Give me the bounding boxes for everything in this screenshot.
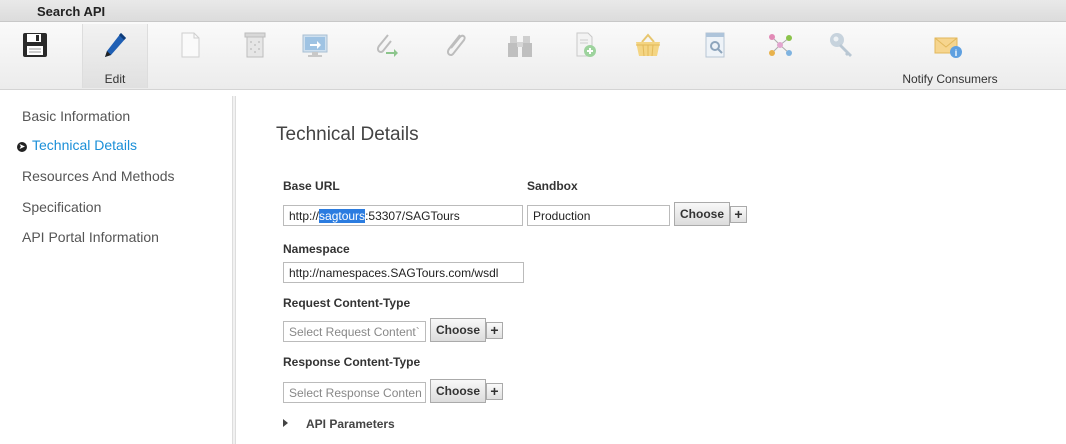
- add-document-icon: [576, 32, 596, 57]
- toolbar: Edit i Notify Consumers: [0, 22, 1066, 90]
- response-content-type-label: Response Content-Type: [283, 355, 421, 369]
- sandbox-choose-button[interactable]: Choose: [674, 202, 731, 226]
- request-content-type-field[interactable]: Select Request Content`: [283, 321, 426, 342]
- delete-button[interactable]: [225, 24, 285, 88]
- attach-button[interactable]: [425, 24, 485, 88]
- save-icon: [23, 33, 47, 57]
- new-document-button[interactable]: [160, 24, 220, 88]
- search-document-icon: [705, 32, 725, 58]
- notify-consumers-button[interactable]: i Notify Consumers: [880, 24, 1020, 88]
- sidebar-item-api-portal-information[interactable]: API Portal Information: [22, 229, 159, 245]
- edit-label: Edit: [104, 72, 126, 86]
- hierarchy-icon: [769, 34, 792, 56]
- binoculars-icon: [508, 36, 532, 57]
- response-content-type-add-button[interactable]: +: [486, 383, 503, 400]
- plus-icon: +: [490, 383, 499, 399]
- sandbox-add-button[interactable]: +: [730, 206, 747, 223]
- attach-forward-button[interactable]: [355, 24, 415, 88]
- api-parameters-label: API Parameters: [306, 417, 395, 431]
- arrow-circle-icon: ➤: [17, 142, 27, 152]
- response-content-type-field[interactable]: Select Response Conten: [283, 382, 426, 403]
- notify-consumers-label: Notify Consumers: [902, 72, 998, 86]
- sidebar-item-technical-details[interactable]: ➤ Technical Details: [17, 137, 137, 153]
- base-url-selection: sagtours: [319, 209, 366, 223]
- sidebar-item-specification[interactable]: Specification: [22, 199, 101, 215]
- key-button[interactable]: [812, 24, 872, 88]
- request-content-type-choose-button[interactable]: Choose: [430, 318, 487, 342]
- sidebar: Basic Information ➤ Technical Details Res…: [0, 91, 232, 444]
- hierarchy-button[interactable]: [750, 24, 810, 88]
- publish-button[interactable]: [285, 24, 345, 88]
- key-icon: [830, 33, 852, 57]
- attach-arrow-icon: [376, 34, 398, 57]
- base-url-suffix: :53307/SAGTours: [365, 209, 460, 223]
- request-content-type-add-button[interactable]: +: [486, 322, 503, 339]
- trash-icon: [244, 32, 266, 58]
- view-document-button[interactable]: [685, 24, 745, 88]
- paperclip-icon: [446, 34, 466, 57]
- base-url-field[interactable]: http://sagtours:53307/SAGTours: [283, 205, 523, 226]
- sandbox-field[interactable]: Production: [527, 205, 670, 226]
- sandbox-label: Sandbox: [527, 179, 578, 193]
- notify-envelope-icon: i: [934, 37, 962, 58]
- sidebar-item-basic-information[interactable]: Basic Information: [22, 108, 130, 124]
- monitor-icon: [302, 34, 328, 57]
- namespace-field[interactable]: http://namespaces.SAGTours.com/wsdl: [283, 262, 524, 283]
- request-content-type-label: Request Content-Type: [283, 296, 411, 310]
- save-button[interactable]: [5, 24, 65, 88]
- edit-button[interactable]: Edit: [82, 24, 148, 88]
- plus-icon: +: [490, 322, 499, 338]
- svg-text:i: i: [955, 48, 958, 58]
- namespace-label: Namespace: [283, 242, 350, 256]
- add-document-button[interactable]: [555, 24, 615, 88]
- document-icon: [181, 32, 200, 58]
- base-url-prefix: http://: [289, 209, 320, 223]
- api-parameters-expander[interactable]: API Parameters: [283, 417, 395, 431]
- expand-triangle-icon: [283, 419, 288, 427]
- response-content-type-choose-button[interactable]: Choose: [430, 379, 487, 403]
- plus-icon: +: [734, 206, 743, 222]
- page-title: Technical Details: [276, 124, 419, 145]
- splitter[interactable]: [232, 96, 236, 444]
- window-title: Search API: [37, 4, 106, 19]
- base-url-label: Base URL: [283, 179, 340, 193]
- sidebar-item-label: Technical Details: [32, 137, 138, 153]
- edit-pen-icon: [105, 33, 126, 57]
- window-titlebar: Search API: [0, 0, 1066, 22]
- find-button[interactable]: [490, 24, 550, 88]
- sidebar-item-resources-and-methods[interactable]: Resources And Methods: [22, 168, 175, 184]
- basket-icon: [636, 33, 660, 57]
- basket-button[interactable]: [618, 24, 678, 88]
